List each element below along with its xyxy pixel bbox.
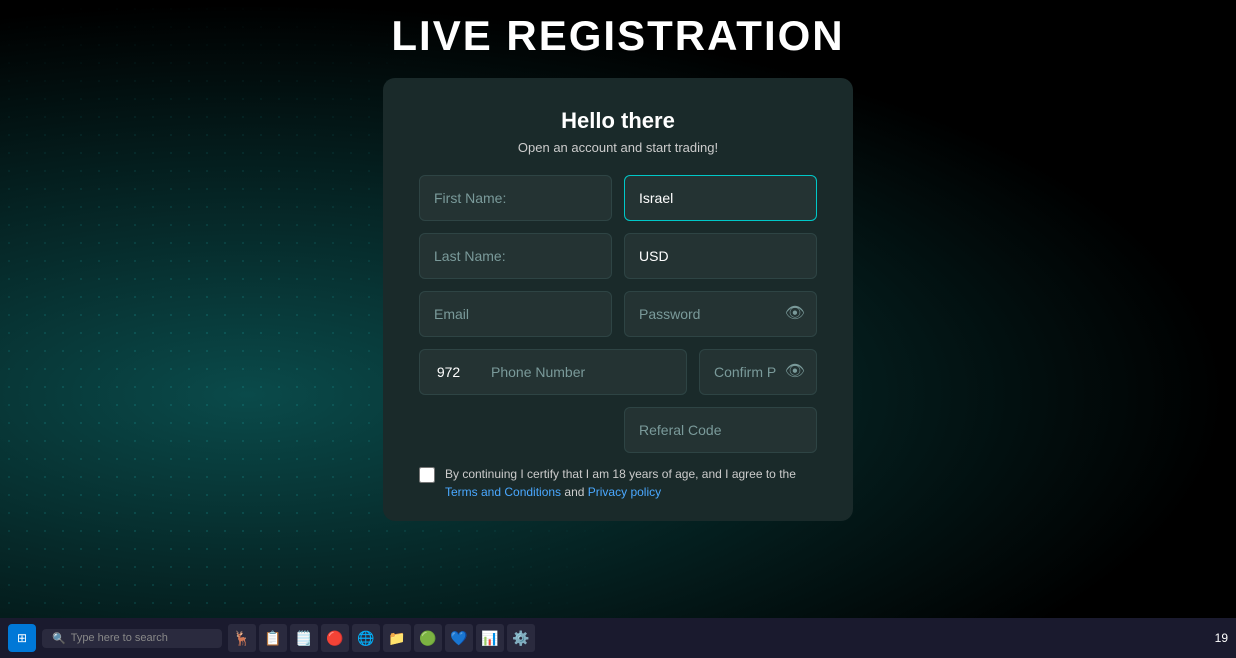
email-input[interactable] — [419, 291, 612, 337]
currency-input[interactable] — [624, 233, 817, 279]
currency-field — [624, 233, 817, 279]
last-name-field — [419, 233, 612, 279]
terms-checkbox[interactable] — [419, 467, 435, 483]
referral-field — [624, 407, 817, 453]
terms-row: By continuing I certify that I am 18 yea… — [419, 465, 817, 501]
form-heading: Hello there — [419, 108, 817, 134]
taskbar-app-10[interactable]: ⚙️ — [507, 624, 535, 652]
confirm-password-eye-icon[interactable]: 👁 — [785, 364, 805, 380]
password-field: 👁 — [624, 291, 817, 337]
row-email-password: 👁 — [419, 291, 817, 337]
taskbar-app-7[interactable]: 🟢 — [414, 624, 442, 652]
taskbar-app-6[interactable]: 📁 — [383, 624, 411, 652]
row-referral — [419, 407, 817, 453]
taskbar-app-9[interactable]: 📊 — [476, 624, 504, 652]
taskbar-search[interactable]: 🔍 Type here to search — [42, 629, 222, 648]
search-placeholder: Type here to search — [71, 632, 168, 644]
taskbar-app-4[interactable]: 🔴 — [321, 624, 349, 652]
phone-row: 972 — [419, 349, 687, 395]
confirm-password-field: 👁 — [699, 349, 817, 395]
phone-code: 972 — [419, 349, 477, 395]
taskbar-app-3[interactable]: 🗒️ — [290, 624, 318, 652]
taskbar-app-2[interactable]: 📋 — [259, 624, 287, 652]
page-content: LIVE REGISTRATION Hello there Open an ac… — [0, 0, 1236, 658]
search-icon: 🔍 — [52, 632, 66, 645]
page-title: LIVE REGISTRATION — [391, 0, 844, 70]
taskbar-apps: 🦌 📋 🗒️ 🔴 🌐 📁 🟢 💙 📊 ⚙️ — [228, 624, 535, 652]
row-phone-confirmpassword: 972 👁 — [419, 349, 817, 395]
taskbar-app-8[interactable]: 💙 — [445, 624, 473, 652]
country-input[interactable] — [624, 175, 817, 221]
first-name-input[interactable] — [419, 175, 612, 221]
terms-link[interactable]: Terms and Conditions — [445, 485, 561, 499]
email-field — [419, 291, 612, 337]
taskbar-app-1[interactable]: 🦌 — [228, 624, 256, 652]
phone-number-input[interactable] — [477, 349, 687, 395]
start-button[interactable]: ⊞ — [8, 624, 36, 652]
taskbar-time: 19 — [1215, 631, 1228, 645]
password-eye-icon[interactable]: 👁 — [785, 306, 805, 322]
last-name-input[interactable] — [419, 233, 612, 279]
row-lastname-currency — [419, 233, 817, 279]
phone-field: 972 — [419, 349, 687, 395]
terms-text: By continuing I certify that I am 18 yea… — [445, 465, 817, 501]
taskbar: ⊞ 🔍 Type here to search 🦌 📋 🗒️ 🔴 🌐 📁 🟢 💙… — [0, 618, 1236, 658]
taskbar-left: ⊞ 🔍 Type here to search 🦌 📋 🗒️ 🔴 🌐 📁 🟢 💙… — [8, 624, 535, 652]
referral-input[interactable] — [624, 407, 817, 453]
privacy-link[interactable]: Privacy policy — [588, 485, 661, 499]
form-subheading: Open an account and start trading! — [419, 140, 817, 155]
first-name-field — [419, 175, 612, 221]
taskbar-app-5[interactable]: 🌐 — [352, 624, 380, 652]
taskbar-right: 19 — [1215, 631, 1228, 645]
registration-form-card: Hello there Open an account and start tr… — [383, 78, 853, 521]
row-name-country — [419, 175, 817, 221]
country-field — [624, 175, 817, 221]
